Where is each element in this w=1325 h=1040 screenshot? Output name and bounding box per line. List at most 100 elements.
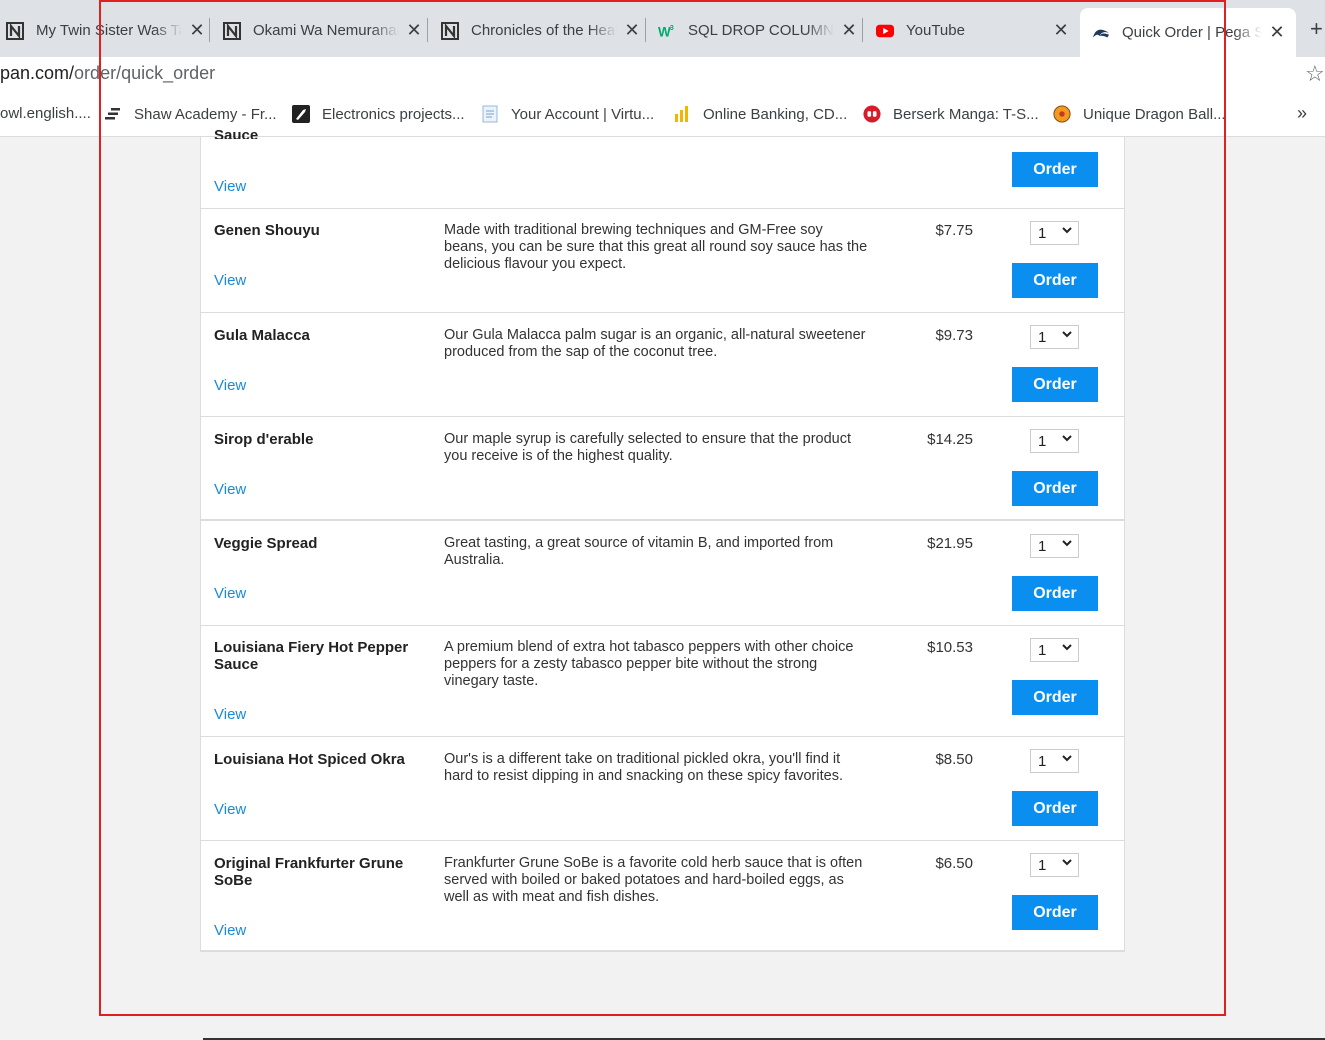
quantity-value: 1 (1038, 225, 1047, 242)
view-link[interactable]: View (214, 178, 246, 195)
tab-title: SQL DROP COLUMN (688, 22, 834, 39)
order-button[interactable]: Order (1012, 367, 1098, 402)
order-button[interactable]: Order (1012, 895, 1098, 930)
quantity-select[interactable]: 1 (1030, 638, 1079, 662)
tab-3[interactable]: Chronicles of the Heaven ✕ (441, 8, 641, 53)
chevron-down-icon (1062, 644, 1072, 651)
close-icon[interactable]: ✕ (1052, 20, 1070, 41)
dragon-ball-icon (1053, 105, 1071, 123)
product-name: Genen Shouyu (214, 222, 320, 239)
product-description: Our maple syrup is carefully selected to… (444, 431, 852, 464)
tab-title: Okami Wa Nemuranai (253, 22, 399, 39)
tab-title: Chronicles of the Heaven (471, 22, 617, 39)
product-row: Original Frankfurter Grune SoBe Frankfur… (201, 841, 1124, 951)
bookmark-star-icon[interactable]: ☆ (1305, 61, 1325, 87)
tab-active[interactable]: Quick Order | Pega Sandbox ✕ (1080, 8, 1296, 57)
bookmark-label: Berserk Manga: T-S... (893, 105, 1039, 123)
product-price: $9.73 (935, 327, 973, 344)
view-link[interactable]: View (214, 272, 246, 289)
tab-5[interactable]: YouTube ✕ (876, 8, 1070, 53)
product-price: $8.50 (935, 751, 973, 768)
product-description: Our's is a different take on traditional… (444, 751, 843, 784)
quantity-select[interactable]: 1 (1030, 853, 1079, 877)
product-row: Louisiana Hot Spiced Okra Our's is a dif… (201, 737, 1124, 841)
manga-icon (863, 105, 881, 123)
close-icon[interactable]: ✕ (623, 20, 641, 41)
close-icon[interactable]: ✕ (840, 20, 858, 41)
bookmark-item[interactable]: Unique Dragon Ball... (1053, 105, 1226, 123)
product-description: Our Gula Malacca palm sugar is an organi… (444, 327, 866, 360)
order-button[interactable]: Order (1012, 576, 1098, 611)
close-icon[interactable]: ✕ (405, 20, 423, 41)
tab-strip: My Twin Sister Was Taken ✕ Okami Wa Nemu… (0, 0, 1325, 57)
tab-4[interactable]: W3 SQL DROP COLUMN ✕ (658, 8, 858, 53)
view-link[interactable]: View (214, 922, 246, 939)
view-link[interactable]: View (214, 801, 246, 818)
chevron-down-icon (1062, 435, 1072, 442)
bookmark-item[interactable]: Shaw Academy - Fr... (104, 105, 277, 123)
order-button[interactable]: Order (1012, 152, 1098, 187)
bookmark-label: Shaw Academy - Fr... (134, 105, 277, 123)
view-link[interactable]: View (214, 706, 246, 723)
product-name: Louisiana Hot Spiced Okra (214, 751, 405, 768)
view-link[interactable]: View (214, 377, 246, 394)
order-button[interactable]: Order (1012, 263, 1098, 298)
n-logo-icon (223, 21, 241, 40)
bookmark-item[interactable]: Electronics projects... (292, 105, 465, 123)
quantity-value: 1 (1038, 642, 1047, 659)
chevron-down-icon (1062, 755, 1072, 762)
view-link[interactable]: View (214, 585, 246, 602)
tab-title: Quick Order | Pega Sandbox (1122, 24, 1262, 41)
address-bar[interactable]: pan.com/order/quick_order ☆ (0, 57, 1325, 93)
quantity-value: 1 (1038, 329, 1047, 346)
quantity-select[interactable]: 1 (1030, 429, 1079, 453)
order-button[interactable]: Order (1012, 471, 1098, 506)
bookmark-item[interactable]: owl.english.... (0, 105, 91, 122)
close-icon[interactable]: ✕ (188, 20, 206, 41)
product-price: $6.50 (935, 855, 973, 872)
quantity-select[interactable]: 1 (1030, 221, 1079, 245)
product-name: Sauce (214, 127, 259, 139)
tab-divider (862, 18, 863, 42)
tab-title: My Twin Sister Was Taken (36, 22, 182, 39)
bookmark-item[interactable]: Berserk Manga: T-S... (863, 105, 1039, 123)
tab-2[interactable]: Okami Wa Nemuranai ✕ (223, 8, 423, 53)
close-icon[interactable]: ✕ (1268, 22, 1286, 43)
product-price: $10.53 (927, 639, 973, 656)
quantity-select[interactable]: 1 (1030, 325, 1079, 349)
svg-text:3: 3 (670, 23, 674, 32)
product-row: Veggie Spread Great tasting, a great sou… (201, 521, 1124, 626)
product-row: Genen Shouyu Made with traditional brewi… (201, 209, 1124, 313)
product-description: Great tasting, a great source of vitamin… (444, 535, 834, 568)
n-logo-icon (6, 21, 24, 40)
quantity-value: 1 (1038, 857, 1047, 874)
bookmark-item[interactable]: Your Account | Virtu... (481, 105, 654, 123)
url-text[interactable]: pan.com/order/quick_order (0, 63, 215, 84)
product-row: Gula Malacca Our Gula Malacca palm sugar… (201, 313, 1124, 417)
product-name: Sirop d'erable (214, 431, 314, 448)
n-logo-icon (441, 21, 459, 40)
rocket-icon (292, 105, 310, 123)
chevron-down-icon (1062, 227, 1072, 234)
quantity-select[interactable]: 1 (1030, 749, 1079, 773)
bookmark-label: Online Banking, CD... (703, 105, 848, 123)
new-tab-icon[interactable]: + (1310, 16, 1323, 42)
quantity-select[interactable]: 1 (1030, 534, 1079, 558)
order-button[interactable]: Order (1012, 791, 1098, 826)
document-icon (481, 105, 499, 123)
chevron-down-icon (1062, 859, 1072, 866)
product-row: Sauce View Order (201, 127, 1124, 209)
bank-bars-icon (673, 105, 691, 123)
product-description: Made with traditional brewing techniques… (444, 222, 868, 272)
product-description: A premium blend of extra hot tabasco pep… (444, 639, 854, 689)
more-bookmarks-icon[interactable]: » (1297, 103, 1307, 124)
order-button[interactable]: Order (1012, 680, 1098, 715)
view-link[interactable]: View (214, 481, 246, 498)
tab-divider (209, 18, 210, 42)
product-name: Original Frankfurter Grune SoBe (214, 855, 404, 889)
product-price: $7.75 (935, 222, 973, 239)
quantity-value: 1 (1038, 753, 1047, 770)
bookmark-item[interactable]: Online Banking, CD... (673, 105, 847, 123)
quantity-value: 1 (1038, 433, 1047, 450)
tab-1[interactable]: My Twin Sister Was Taken ✕ (6, 8, 206, 53)
